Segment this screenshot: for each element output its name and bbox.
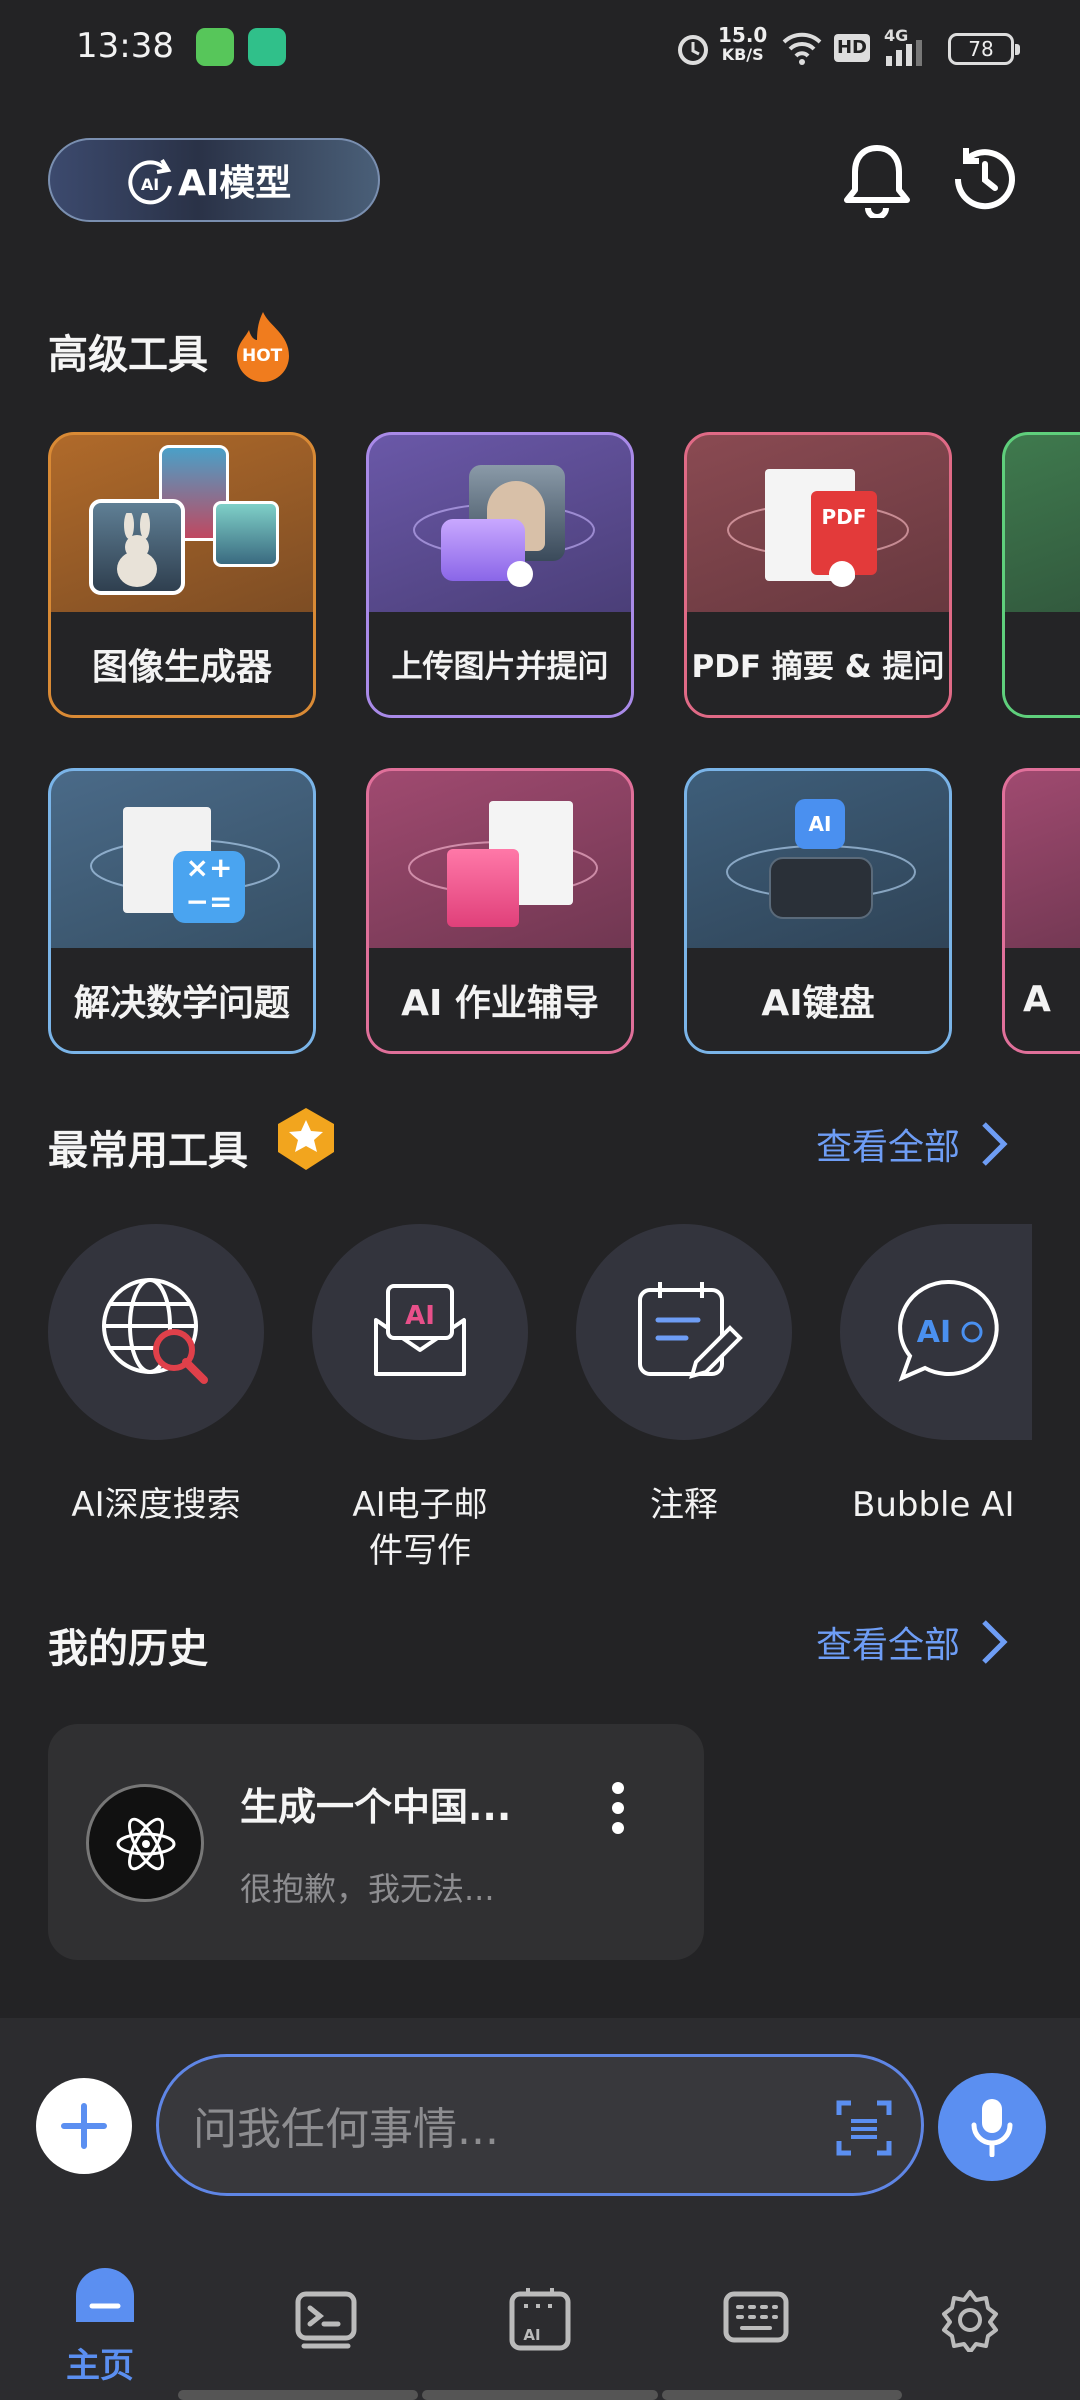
common-tools-see-all[interactable]: 查看全部 <box>816 1118 1008 1170</box>
ai-email-label: AI电子邮件写作 <box>352 1485 488 1571</box>
ai-keyboard-art: AI <box>687 771 949 951</box>
hd-badge: HD <box>834 34 870 62</box>
settings-gear-icon <box>942 2290 998 2352</box>
nav-ai-keyboard[interactable]: AI <box>480 2262 600 2372</box>
hot-fire-icon: HOT <box>232 310 294 384</box>
hot-badge-label: HOT <box>242 346 283 366</box>
svg-text:AI: AI <box>917 1315 951 1350</box>
image-generator-card[interactable]: 图像生成器 <box>48 432 316 718</box>
notes-label: 注释 <box>650 1485 718 1525</box>
ai-keyboard-card[interactable]: AI AI键盘 <box>684 768 952 1054</box>
notification-bell-icon[interactable] <box>840 140 914 218</box>
history-item-preview: 很抱歉，我无法... <box>240 1870 495 1908</box>
svg-text:AI: AI <box>405 1301 435 1331</box>
history-see-all[interactable]: 查看全部 <box>816 1616 1008 1668</box>
home-icon <box>76 2268 134 2322</box>
history-item-title: 生成一个中国... <box>240 1785 512 1829</box>
homework-help-card[interactable]: AI 作业辅导 <box>366 768 634 1054</box>
bubble-ai-label: Bubble AI <box>852 1485 1015 1525</box>
partial-pink-label: A <box>1005 948 1080 1051</box>
wifi-icon <box>782 32 822 65</box>
ask-anything-input[interactable]: 问我任何事情... <box>156 2054 924 2196</box>
ai-refresh-icon: AI <box>128 158 172 205</box>
messages-app-icon <box>196 28 234 66</box>
battery-indicator: 78 <box>948 33 1020 65</box>
homework-help-label: AI 作业辅导 <box>369 948 631 1051</box>
image-generator-label: 图像生成器 <box>51 612 313 715</box>
plus-icon <box>61 2103 107 2149</box>
nav-settings[interactable] <box>912 2262 1032 2372</box>
ai-keyboard-icon: AI <box>509 2288 571 2351</box>
upload-image-ask-card[interactable]: 上传图片并提问 <box>366 432 634 718</box>
notepad-pencil-icon <box>638 1282 743 1379</box>
svg-text:AI: AI <box>523 2326 540 2344</box>
wallet-app-icon <box>248 28 286 66</box>
notes-tool[interactable] <box>576 1224 792 1440</box>
homework-help-art <box>369 771 631 951</box>
more-options-icon[interactable] <box>608 1780 628 1836</box>
keyboard-icon <box>723 2291 789 2343</box>
add-attachment-button[interactable] <box>36 2078 132 2174</box>
terminal-icon <box>295 2291 357 2349</box>
net-speed: 15.0 KB/S <box>718 23 768 64</box>
nav-home-label: 主页 <box>66 2346 134 2386</box>
history-see-all-label: 查看全部 <box>816 1625 961 1666</box>
math-solver-art: ×+ −= <box>51 771 313 951</box>
nav-terminal[interactable] <box>266 2262 386 2372</box>
ai-chat-bubble-icon: AI <box>898 1279 999 1382</box>
upload-image-ask-label: 上传图片并提问 <box>369 612 631 715</box>
bubble-ai-tool[interactable]: AI <box>840 1224 1032 1440</box>
chevron-right-icon <box>982 1122 1008 1166</box>
gesture-bar <box>178 2390 418 2400</box>
partial-green-card[interactable] <box>1002 432 1080 718</box>
ai-model-label: AI模型 <box>178 163 292 204</box>
chevron-right-icon <box>982 1620 1008 1664</box>
pdf-summary-label: PDF 摘要 & 提问 <box>687 612 949 715</box>
microphone-icon <box>971 2099 1013 2157</box>
deep-search-tool[interactable] <box>48 1224 264 1440</box>
partial-pink-card[interactable]: A <box>1002 768 1080 1054</box>
history-item[interactable]: 生成一个中国... 很抱歉，我无法... <box>48 1724 704 1960</box>
ask-anything-placeholder: 问我任何事情... <box>193 2104 499 2155</box>
status-time: 13:38 <box>76 26 174 66</box>
svg-text:AI: AI <box>141 175 159 194</box>
ai-model-button[interactable]: AI AI模型 <box>48 138 380 222</box>
nav-keyboard[interactable] <box>696 2262 816 2372</box>
history-title: 我的历史 <box>48 1626 208 1672</box>
gesture-bar <box>662 2390 902 2400</box>
gesture-bar <box>422 2390 658 2400</box>
advanced-tools-title: 高级工具 <box>48 332 208 378</box>
math-solver-card[interactable]: ×+ −= 解决数学问题 <box>48 768 316 1054</box>
alarm-icon <box>678 35 708 65</box>
image-generator-art <box>51 435 313 615</box>
partial-green-label <box>1005 612 1080 715</box>
pdf-summary-art: PDF <box>687 435 949 615</box>
voice-input-button[interactable] <box>938 2073 1046 2181</box>
pdf-summary-card[interactable]: PDF PDF 摘要 & 提问 <box>684 432 952 718</box>
ai-email-tool[interactable]: AI <box>312 1224 528 1440</box>
star-badge-icon <box>278 1108 334 1170</box>
deep-search-label: AI深度搜索 <box>71 1485 241 1525</box>
upload-image-art <box>369 435 631 615</box>
math-solver-label: 解决数学问题 <box>51 948 313 1051</box>
common-tools-title: 最常用工具 <box>48 1128 248 1174</box>
common-tools-see-all-label: 查看全部 <box>816 1127 961 1168</box>
status-bar: 13:38 15.0 KB/S HD 4G 78 <box>0 0 1080 96</box>
signal-icon <box>886 40 922 66</box>
atom-avatar-icon <box>86 1784 204 1902</box>
ai-mail-icon: AI <box>374 1284 466 1376</box>
ai-keyboard-label: AI键盘 <box>687 948 949 1051</box>
globe-search-icon <box>102 1278 208 1384</box>
scan-text-icon[interactable] <box>835 2099 893 2157</box>
history-clock-icon[interactable] <box>948 142 1022 216</box>
